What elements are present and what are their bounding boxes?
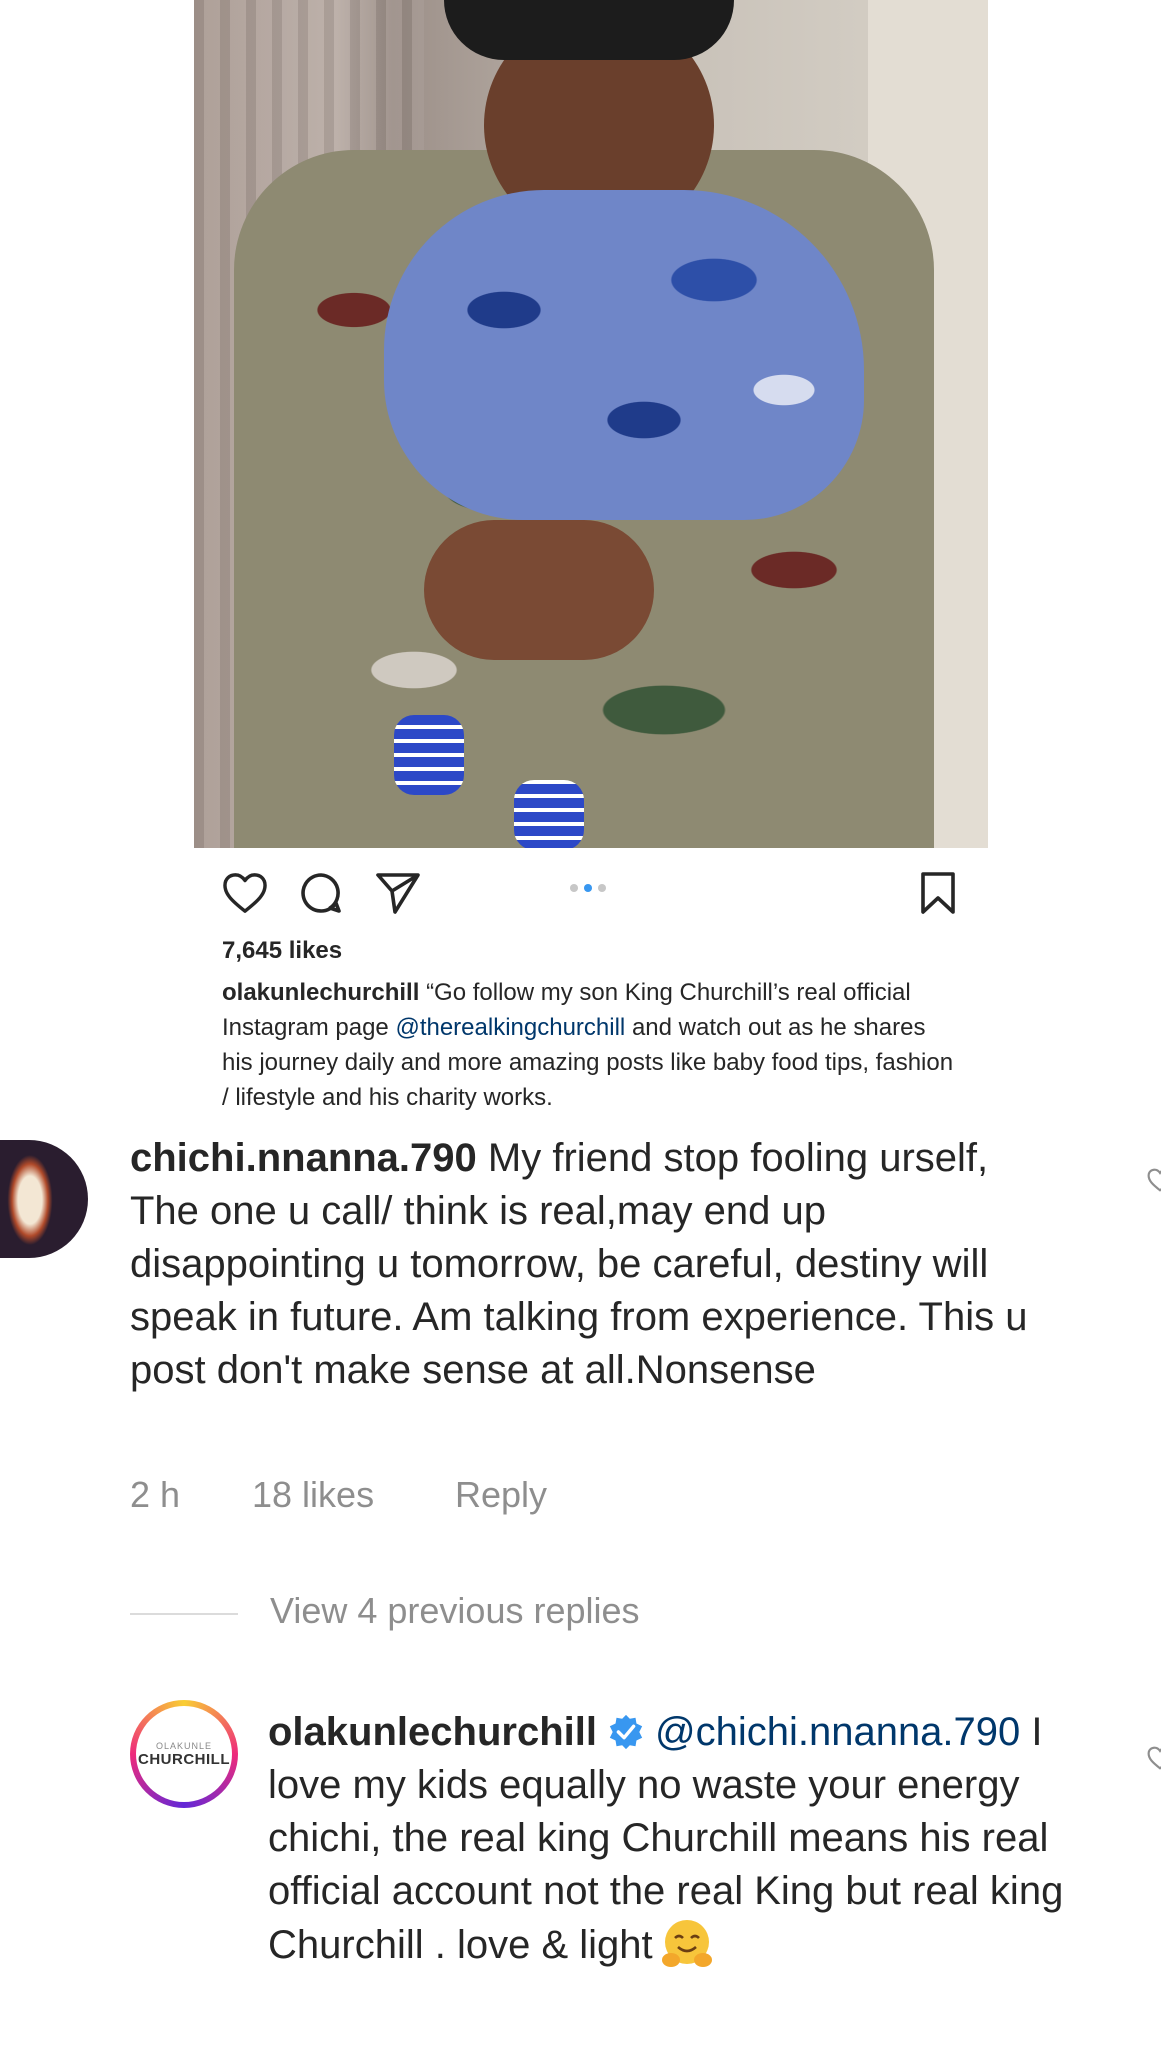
comment-username[interactable]: chichi.nnanna.790: [130, 1136, 477, 1180]
comment-time: 2 h: [130, 1474, 181, 1515]
reply-body: olakunlechurchill @chichi.nnanna.790 I l…: [268, 1706, 1108, 1972]
divider: [130, 1613, 238, 1615]
reply-avatar[interactable]: OLAKUNLE CHURCHILL: [130, 1700, 238, 1808]
carousel-indicator: [570, 884, 606, 892]
post-image[interactable]: [194, 0, 988, 848]
hug-emoji-icon: [661, 1920, 712, 1967]
logo-top-text: OLAKUNLE: [155, 1740, 213, 1751]
comment-button[interactable]: [298, 870, 344, 916]
heart-icon: [223, 873, 267, 913]
caption-username[interactable]: olakunlechurchill: [222, 979, 419, 1006]
bookmark-icon: [921, 872, 955, 914]
share-button[interactable]: [374, 870, 422, 916]
cap: [444, 0, 734, 60]
carousel-dot: [598, 884, 606, 892]
post-caption: olakunlechurchill “Go follow my son King…: [222, 975, 962, 1115]
comment-likes[interactable]: 18 likes: [252, 1474, 374, 1516]
baby-sock: [514, 780, 584, 848]
carousel-dot: [570, 884, 578, 892]
heart-icon: [1147, 1168, 1161, 1192]
heart-icon: [1147, 1746, 1161, 1770]
reply-like-button[interactable]: [1147, 1746, 1161, 1775]
comment-like-button[interactable]: [1147, 1168, 1161, 1197]
avatar-logo: OLAKUNLE CHURCHILL: [136, 1706, 232, 1802]
logo-main-text: CHURCHILL: [138, 1750, 230, 1768]
reply-mention[interactable]: @chichi.nnanna.790: [655, 1710, 1020, 1754]
comment-body: chichi.nnanna.790 My friend stop fooling…: [130, 1132, 1030, 1397]
carousel-dot-active: [584, 884, 592, 892]
like-button[interactable]: [222, 870, 268, 916]
share-icon: [376, 873, 420, 914]
baby-sock: [394, 715, 464, 795]
likes-count[interactable]: 7,645 likes: [222, 937, 342, 965]
view-previous-replies[interactable]: View 4 previous replies: [270, 1590, 640, 1632]
arm: [424, 520, 654, 660]
reply-button[interactable]: Reply: [455, 1474, 547, 1516]
caption-mention[interactable]: @therealkingchurchill: [395, 1014, 625, 1041]
save-button[interactable]: [916, 870, 960, 916]
baby: [384, 190, 864, 520]
comment-icon: [301, 873, 341, 913]
commenter-avatar[interactable]: [0, 1140, 88, 1258]
reply-username[interactable]: olakunlechurchill: [268, 1710, 597, 1754]
verified-icon: [609, 1714, 643, 1750]
